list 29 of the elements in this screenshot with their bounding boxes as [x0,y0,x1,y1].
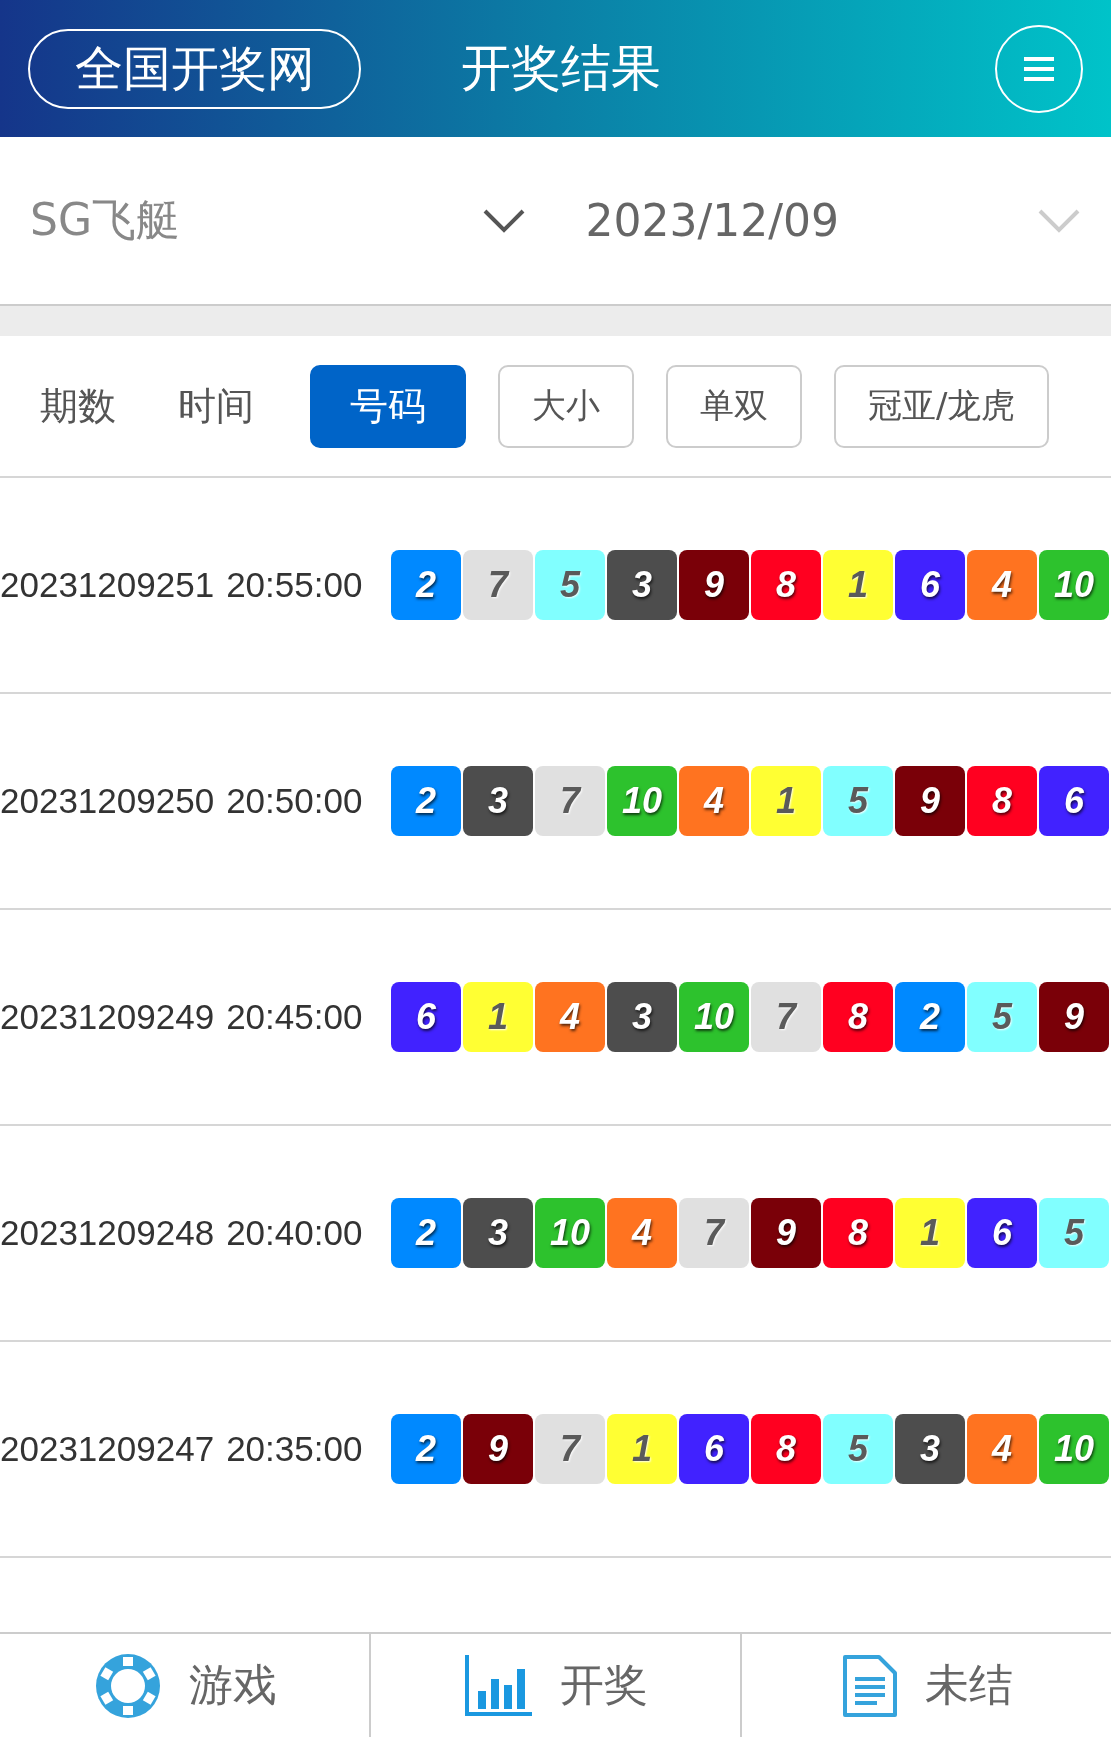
nav-label: 游戏 [188,1658,277,1712]
issue-number: 20231209249 [0,997,215,1037]
nav-label: 未结 [924,1658,1013,1712]
menu-icon [1022,55,1056,82]
dropdown-select[interactable]: 2023/12/09 [555,137,1111,304]
tab[interactable]: 期数 [34,364,122,448]
menu-button[interactable] [995,24,1083,113]
issue-number: 20231209250 [0,781,215,821]
tab[interactable]: 冠亚/龙虎 [834,364,1050,448]
chevron-down-icon [481,207,526,234]
issue-number: 20231209251 [0,565,215,605]
draw-time: 20:35:00 [226,1429,363,1469]
nav-label: 开奖 [559,1658,648,1712]
issue-number: 20231209247 [0,1429,215,1469]
draw-time: 20:40:00 [226,1213,363,1253]
draw-time: 20:45:00 [226,997,363,1037]
dropdown-select[interactable]: SG飞艇 [0,137,556,304]
tab[interactable]: 大小 [498,364,634,448]
draw-time: 20:55:00 [226,565,363,605]
tab[interactable]: 号码 [310,364,466,448]
chevron-down-icon [1037,207,1081,234]
bar-chart-icon [463,1654,534,1717]
issue-number: 20231209248 [0,1213,215,1253]
tab[interactable]: 单双 [666,364,802,448]
tab[interactable]: 时间 [172,364,260,448]
draw-time: 20:50:00 [226,781,363,821]
site-logo[interactable]: 全国开奖网 [28,28,361,109]
document-icon [840,1652,899,1719]
page-title: 开奖结果 [461,38,662,99]
